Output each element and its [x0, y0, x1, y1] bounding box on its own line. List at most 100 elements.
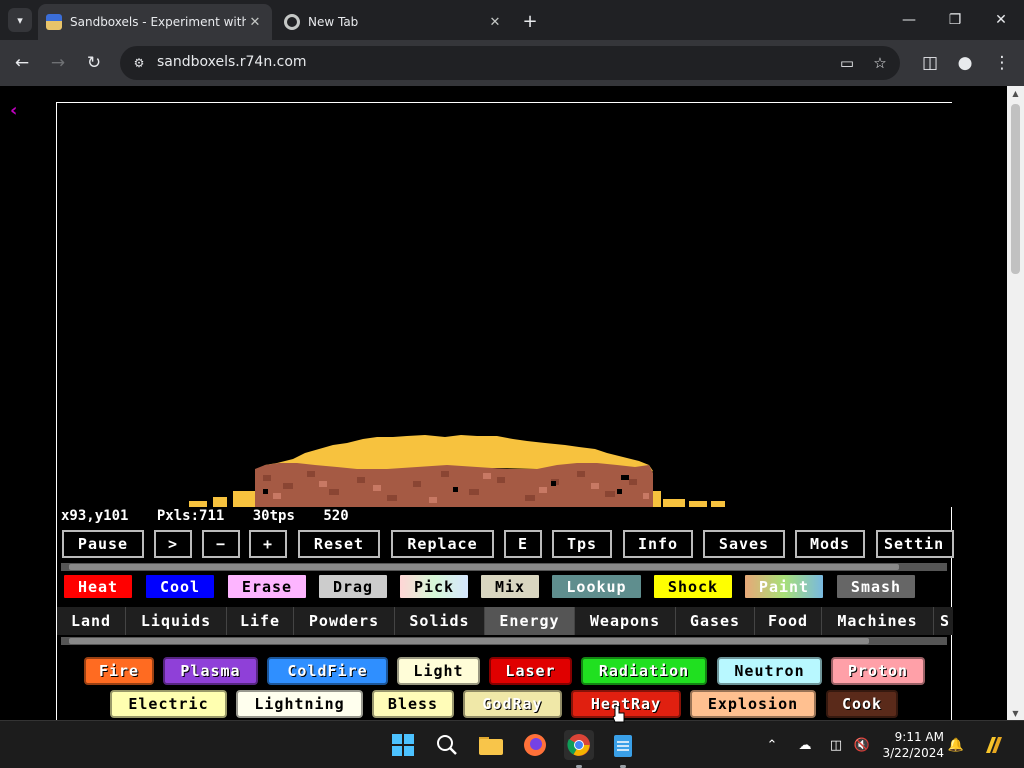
category-gases[interactable]: Gases [676, 607, 755, 635]
close-tab-icon[interactable]: ✕ [486, 13, 504, 31]
network-icon[interactable]: ◫ [826, 735, 846, 755]
element-neutron[interactable]: Neutron [717, 657, 822, 685]
tool-shock[interactable]: Shock [652, 573, 734, 600]
info-button[interactable]: Info [623, 530, 693, 558]
copilot-icon[interactable] [981, 735, 1005, 755]
bookmark-star-icon[interactable]: ☆ [870, 53, 890, 73]
category-life[interactable]: Life [227, 607, 294, 635]
tool-drag[interactable]: Drag [317, 573, 389, 600]
scrollbar-thumb[interactable] [69, 564, 899, 570]
category-machines[interactable]: Machines [822, 607, 934, 635]
element-explosion[interactable]: Explosion [690, 690, 816, 718]
tab-sandboxels[interactable]: Sandboxels - Experiment with P ✕ [38, 4, 272, 40]
element-bless[interactable]: Bless [372, 690, 454, 718]
install-app-icon[interactable]: ▭ [837, 53, 857, 73]
tab-title: New Tab [308, 15, 359, 29]
reload-icon[interactable]: ↻ [80, 49, 108, 77]
category-land[interactable]: Land [57, 607, 126, 635]
element-row-1: Fire Plasma ColdFire Light Laser Radiati… [57, 657, 953, 687]
status-bar: x93,y101 Pxls:711 30tps 520 [61, 508, 369, 528]
element-search-button[interactable]: E [504, 530, 542, 558]
element-coldfire[interactable]: ColdFire [267, 657, 388, 685]
increase-size-button[interactable]: + [249, 530, 287, 558]
replace-button[interactable]: Replace [391, 530, 494, 558]
saves-button[interactable]: Saves [703, 530, 785, 558]
scrollbar-thumb[interactable] [1011, 104, 1020, 274]
notification-bell-icon[interactable]: 🔔 [946, 735, 966, 755]
element-laser[interactable]: Laser [489, 657, 572, 685]
address-bar[interactable]: ⚙ sandboxels.r74n.com ▭ ☆ [120, 46, 900, 80]
url-text[interactable]: sandboxels.r74n.com [157, 54, 307, 70]
category-powders[interactable]: Powders [294, 607, 395, 635]
system-clock[interactable]: 9:11 AM 3/22/2024 [880, 729, 944, 761]
restore-icon[interactable]: ❐ [932, 0, 978, 40]
windows-start-icon[interactable] [388, 730, 418, 760]
decrease-size-button[interactable]: − [202, 530, 240, 558]
tab-title: Sandboxels - Experiment with P [70, 15, 246, 29]
show-hidden-icons-icon[interactable]: ⌃ [762, 735, 782, 755]
scrollbar-thumb[interactable] [69, 638, 869, 644]
element-lightning[interactable]: Lightning [236, 690, 363, 718]
simulation-canvas[interactable] [57, 103, 953, 507]
element-plasma[interactable]: Plasma [163, 657, 258, 685]
forward-icon[interactable]: → [44, 49, 72, 77]
scroll-up-icon[interactable]: ▲ [1007, 86, 1024, 100]
category-solids[interactable]: Solids [395, 607, 485, 635]
minimize-icon[interactable]: — [886, 0, 932, 40]
category-energy[interactable]: Energy [485, 607, 575, 635]
category-scrollbar[interactable] [61, 637, 947, 645]
onedrive-offline-icon[interactable]: ☁ [795, 735, 815, 755]
category-overflow[interactable]: S [934, 607, 953, 635]
reset-button[interactable]: Reset [298, 530, 380, 558]
volume-muted-icon[interactable]: 🔇 [852, 735, 872, 755]
element-fire[interactable]: Fire [84, 657, 154, 685]
tab-new-tab[interactable]: New Tab ✕ [276, 4, 512, 40]
close-window-icon[interactable]: ✕ [978, 0, 1024, 40]
element-row-2: Electric Lightning Bless GodRay HeatRay … [57, 690, 953, 720]
back-icon[interactable]: ← [8, 49, 36, 77]
chrome-icon[interactable] [564, 730, 594, 760]
step-button[interactable]: > [154, 530, 192, 558]
element-electric[interactable]: Electric [110, 690, 227, 718]
browser-toolbar: ← → ↻ ⚙ sandboxels.r74n.com ▭ ☆ ◫ ● ⋮ [0, 40, 1024, 86]
element-cook[interactable]: Cook [826, 690, 898, 718]
menu-icon[interactable]: ⋮ [988, 49, 1016, 77]
tool-erase[interactable]: Erase [226, 573, 308, 600]
tool-heat[interactable]: Heat [62, 573, 134, 600]
side-panel-icon[interactable]: ◫ [916, 49, 944, 77]
site-info-icon[interactable]: ⚙ [130, 54, 148, 72]
windows-taskbar: ⌃ ☁ ◫ 🔇 9:11 AM 3/22/2024 🔔 [0, 720, 1024, 768]
settings-button[interactable]: Settin [876, 530, 954, 558]
tool-pick[interactable]: Pick [398, 573, 470, 600]
tool-cool[interactable]: Cool [144, 573, 216, 600]
category-liquids[interactable]: Liquids [126, 607, 227, 635]
notepad-icon[interactable] [608, 730, 638, 760]
scroll-down-icon[interactable]: ▼ [1007, 706, 1024, 720]
element-proton[interactable]: Proton [831, 657, 925, 685]
firefox-icon[interactable] [520, 730, 550, 760]
page-scrollbar[interactable]: ▲ ▼ [1007, 86, 1024, 720]
tool-mix[interactable]: Mix [479, 573, 541, 600]
element-light[interactable]: Light [397, 657, 480, 685]
mods-button[interactable]: Mods [795, 530, 865, 558]
tab-strip: ▾ Sandboxels - Experiment with P ✕ New T… [0, 0, 1024, 40]
file-explorer-icon[interactable] [476, 730, 506, 760]
profile-icon[interactable]: ● [951, 49, 979, 77]
element-heatray[interactable]: HeatRay [571, 690, 681, 718]
category-food[interactable]: Food [755, 607, 822, 635]
tool-lookup[interactable]: Lookup [550, 573, 643, 600]
pause-button[interactable]: Pause [62, 530, 144, 558]
category-weapons[interactable]: Weapons [575, 607, 676, 635]
new-tab-button[interactable]: + [518, 9, 542, 33]
element-godray[interactable]: GodRay [463, 690, 562, 718]
tool-paint[interactable]: Paint [743, 573, 825, 600]
close-tab-icon[interactable]: ✕ [246, 13, 264, 31]
controls-scrollbar[interactable] [61, 563, 947, 571]
tool-smash[interactable]: Smash [835, 573, 917, 600]
element-radiation[interactable]: Radiation [581, 657, 707, 685]
back-arrow-icon[interactable]: ‹ [10, 100, 17, 121]
cursor-coordinates: x93,y101 [61, 508, 129, 524]
tab-search-button[interactable]: ▾ [8, 8, 32, 32]
tps-button[interactable]: Tps [552, 530, 612, 558]
search-icon[interactable] [432, 730, 462, 760]
